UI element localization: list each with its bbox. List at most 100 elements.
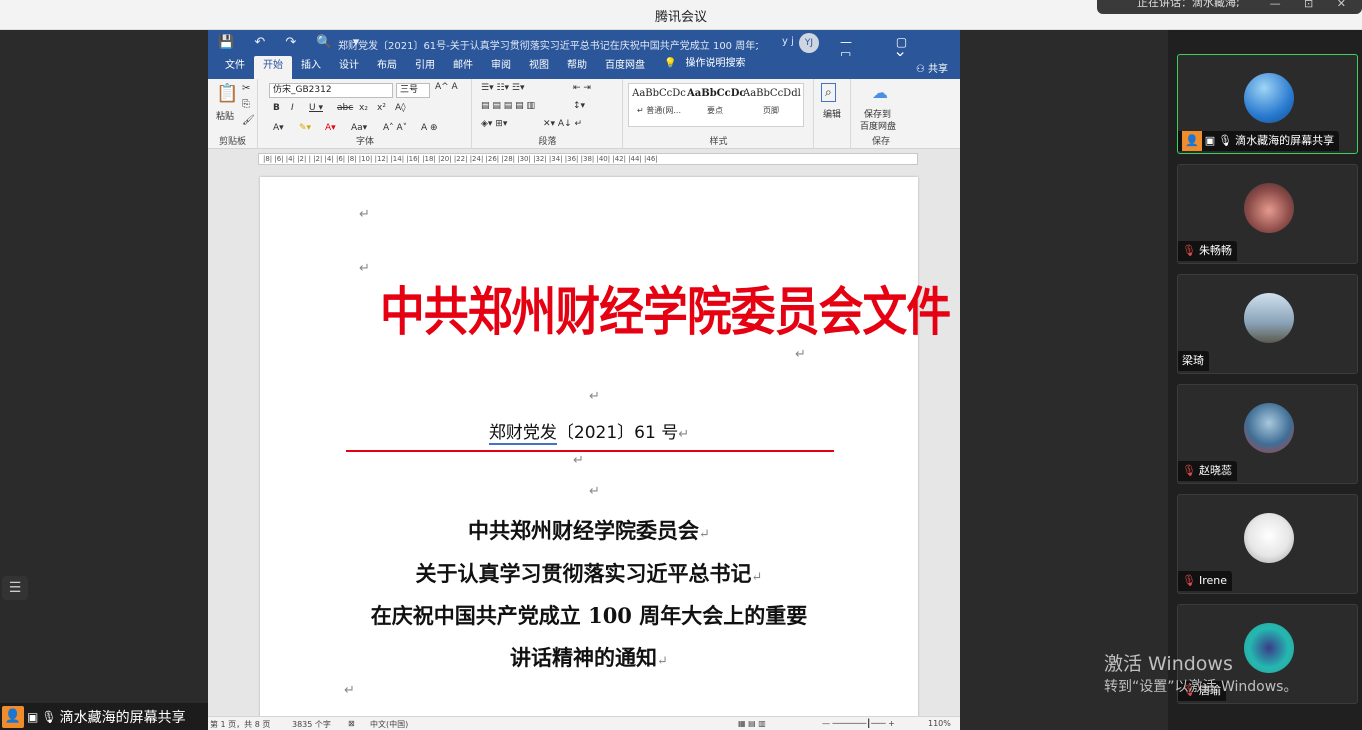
lightbulb-icon[interactable]: 💡 — [654, 54, 685, 79]
participant-name: Irene — [1198, 574, 1228, 587]
paragraph-mark: ↵ — [678, 427, 690, 442]
tab-help[interactable]: 帮助 — [558, 56, 596, 79]
participant-name-tag: 🎙 Irene — [1178, 571, 1233, 591]
style-footer[interactable]: AaBbCcDdl 页脚 — [743, 88, 801, 116]
highlight-icon[interactable]: ✎▾ — [299, 123, 311, 133]
participant-tile[interactable]: 梁琦 — [1177, 274, 1358, 374]
ruler-scale: |8| |6| |4| |2| | |2| |4| |6| |8| |10| |… — [258, 153, 918, 165]
netdisk-label[interactable]: 百度网盘 — [860, 119, 896, 132]
cloud-icon[interactable]: ☁ — [872, 83, 888, 102]
paragraph-mark: ↵ — [344, 683, 355, 698]
align-icons[interactable]: ▤ ▤ ▤ ▤ ▥ — [481, 101, 535, 111]
style-name: 页脚 — [763, 106, 779, 115]
superscript-icon[interactable]: x² — [377, 103, 386, 113]
subscript-icon[interactable]: x₂ — [359, 103, 368, 113]
bullets-icon[interactable]: ☰▾ ☷▾ ☲▾ — [481, 83, 524, 93]
share-button[interactable]: ⚇ 共享 — [916, 60, 948, 75]
font-group: 仿宋_GB2312 三号 A^ A B I U ▾ abc x₂ x² A◊ A… — [259, 79, 472, 149]
tab-design[interactable]: 设计 — [330, 56, 368, 79]
view-mode-icons[interactable]: ▦ ▤ ▥ — [738, 719, 766, 728]
char-shading-icon[interactable]: A ⊕ — [421, 123, 438, 133]
tab-view[interactable]: 视图 — [520, 56, 558, 79]
paste-icon[interactable]: 📋 — [216, 83, 238, 104]
zoom-level[interactable]: 110% — [928, 719, 951, 728]
participant-tile[interactable]: 🎙 Irene — [1177, 494, 1358, 594]
person-icon: 👤 — [1182, 131, 1202, 151]
strikethrough-icon[interactable]: abc — [337, 103, 353, 113]
word-count[interactable]: 3835 个字 — [292, 719, 331, 730]
indent-icon[interactable]: ⇤ ⇥ — [573, 83, 591, 93]
paragraph-group: ☰▾ ☷▾ ☲▾ ⇤ ⇥ ▤ ▤ ▤ ▤ ▥ ↕▾ ◈▾ ⊞▾ ✕▾ A↓ ↵ … — [473, 79, 623, 149]
windows-activation-hint: 转到“设置”以激活 Windows。 — [1104, 679, 1298, 695]
line-spacing-icon[interactable]: ↕▾ — [573, 101, 585, 111]
avatar — [1244, 73, 1294, 123]
participant-name: 朱畅畅 — [1198, 244, 1232, 257]
font-size-select[interactable]: 三号 — [396, 83, 430, 98]
styles-group: AaBbCcDc ↵ 普通(网... AaBbCcDc 要点 AaBbCcDdl… — [624, 79, 814, 149]
bold-icon[interactable]: B — [273, 103, 280, 113]
avatar — [1244, 623, 1294, 673]
font-color-icon[interactable]: A▾ — [325, 123, 336, 133]
participant-tile[interactable]: 🎙 赵晓蕊 — [1177, 384, 1358, 484]
paste-button[interactable]: 粘贴 — [216, 109, 234, 122]
notification-controls[interactable]: — ⊡ ✕ — [1270, 0, 1356, 10]
participant-name: 梁琦 — [1182, 354, 1204, 367]
document-page[interactable]: ↵ ↵ 中共郑州财经学院委员会文件 ↵ ↵ 郑财党发〔2021〕61 号↵ ↵ … — [260, 177, 951, 722]
font-name-select[interactable]: 仿宋_GB2312 — [269, 83, 393, 98]
participant-tile[interactable]: 👤 ▣ 🎙 滴水藏海的屏幕共享 — [1177, 54, 1358, 154]
tab-home[interactable]: 开始 — [254, 56, 292, 79]
font-size-change-icon[interactable]: A˄ A˅ — [383, 123, 407, 133]
styles-gallery: AaBbCcDc ↵ 普通(网... AaBbCcDc 要点 AaBbCcDdl… — [628, 83, 804, 127]
tell-me-search[interactable]: 操作说明搜索 — [685, 54, 754, 79]
font-label: 字体 — [355, 137, 374, 147]
zoom-slider[interactable]: — ───────┃─── + — [822, 719, 895, 728]
italic-icon[interactable]: I — [291, 103, 294, 113]
proofing-icon[interactable]: ⊠ — [348, 719, 355, 728]
windows-activation-watermark: 激活 Windows — [1104, 653, 1233, 675]
text-effects-icon[interactable]: A▾ — [273, 123, 284, 133]
tab-insert[interactable]: 插入 — [292, 56, 330, 79]
paragraph-mark: ↵ — [795, 347, 806, 362]
cut-icon[interactable]: ✂ — [242, 83, 250, 94]
style-normal[interactable]: AaBbCcDc ↵ 普通(网... — [631, 88, 687, 116]
sort-icon[interactable]: ✕▾ A↓ ↵ — [543, 119, 582, 129]
clear-format-icon[interactable]: A◊ — [395, 103, 406, 113]
underline-icon[interactable]: U ▾ — [309, 103, 323, 113]
paragraph-mark: ↵ — [657, 654, 668, 669]
horizontal-ruler[interactable]: |8| |6| |4| |2| | |2| |4| |6| |8| |10| |… — [208, 150, 960, 168]
ribbon: 📋 粘贴 ✂ ⎘ 🖌 剪贴板 仿宋_GB2312 三号 A^ A B I U ▾… — [208, 79, 960, 149]
find-icon[interactable]: ⌕ — [821, 83, 836, 102]
mic-icon: 🎙 — [41, 709, 57, 724]
format-painter-icon[interactable]: 🖌 — [242, 115, 255, 126]
ribbon-tabs: 文件 开始 插入 设计 布局 引用 邮件 审阅 视图 帮助 百度网盘 💡 操作说… — [208, 56, 960, 79]
avatar — [1244, 513, 1294, 563]
paragraph-mark: ↵ — [359, 207, 370, 222]
screen-share-name: 滴水藏海的屏幕共享 — [59, 709, 186, 726]
paragraph-mark: ↵ — [573, 453, 584, 468]
red-separator-line — [346, 450, 834, 452]
tab-baidu-netdisk[interactable]: 百度网盘 — [596, 56, 654, 79]
language-label[interactable]: 中文(中国) — [370, 719, 408, 730]
grow-font-icon[interactable]: A^ A — [435, 82, 458, 92]
page-count[interactable]: 第 1 页，共 8 页 — [210, 719, 270, 730]
tab-references[interactable]: 引用 — [406, 56, 444, 79]
heading-line-1: 中共郑州财经学院委员会↵ — [260, 515, 918, 545]
tab-review[interactable]: 审阅 — [482, 56, 520, 79]
editing-group: ⌕ 编辑 — [815, 79, 851, 149]
user-avatar[interactable]: YJ — [799, 33, 819, 53]
heading-line-2: 关于认真学习贯彻落实习近平总书记↵ — [260, 558, 918, 588]
tab-file[interactable]: 文件 — [216, 56, 254, 79]
tab-layout[interactable]: 布局 — [368, 56, 406, 79]
editing-button[interactable]: 编辑 — [823, 107, 841, 120]
paragraph-mark: ↵ — [589, 389, 600, 404]
style-keypoint[interactable]: AaBbCcDc 要点 — [687, 88, 746, 116]
shared-word-window: 💾 ↶ ↷ 🔍 ▾ 郑财党发〔2021〕61号-关于认真学习贯彻落实习近平总书记… — [208, 30, 960, 730]
copy-icon[interactable]: ⎘ — [242, 99, 250, 110]
change-case-icon[interactable]: Aa▾ — [351, 123, 367, 133]
tab-mailings[interactable]: 邮件 — [444, 56, 482, 79]
list-icon[interactable]: ☰ — [2, 576, 28, 600]
doc-number-prefix: 郑财党发 — [488, 423, 557, 445]
status-bar: 第 1 页，共 8 页 3835 个字 ⊠ 中文(中国) ▦ ▤ ▥ — ───… — [208, 716, 960, 730]
shading-icon[interactable]: ◈▾ ⊞▾ — [481, 119, 507, 129]
participant-tile[interactable]: 🎙 朱畅畅 — [1177, 164, 1358, 264]
